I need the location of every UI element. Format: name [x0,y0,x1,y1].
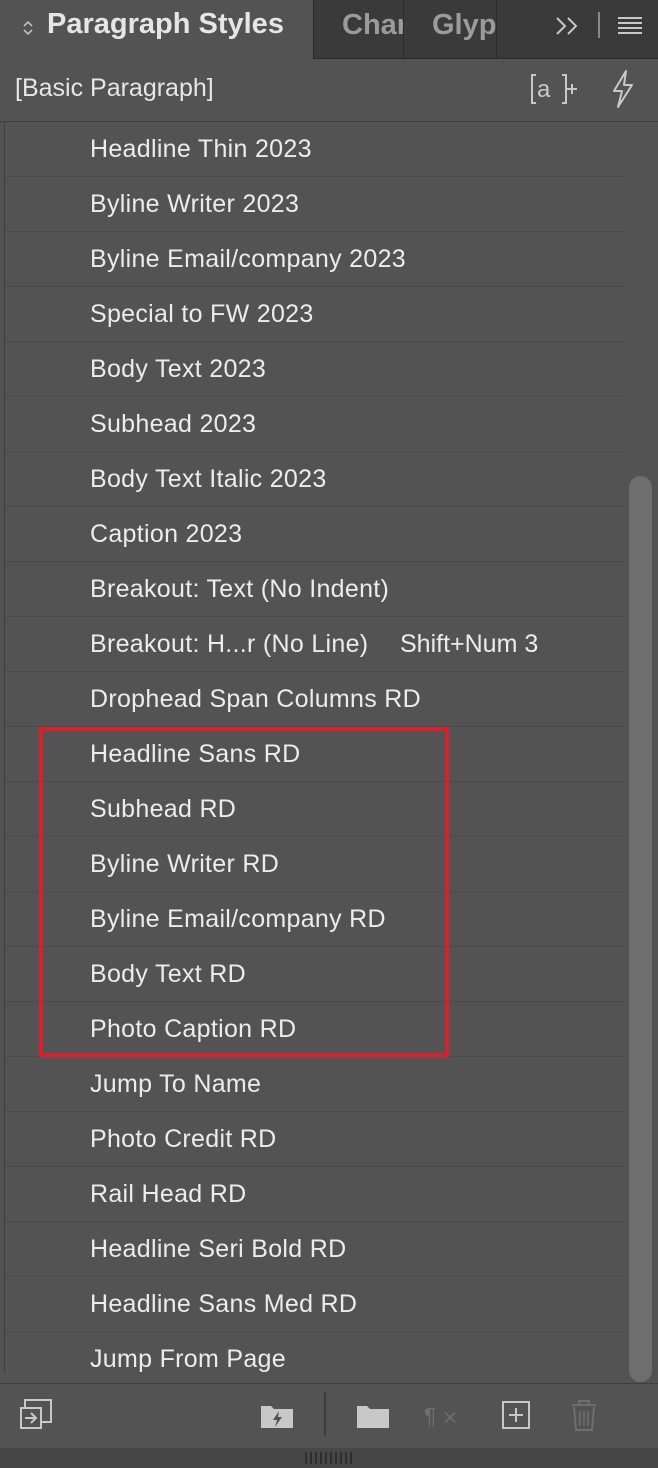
style-name: Body Text 2023 [90,355,267,383]
panel-tab-bar: Paragraph Styles Char Glyp [0,0,658,59]
style-name: Photo Credit RD [90,1125,277,1153]
style-list-item[interactable]: Drophead Span Columns RD [5,673,627,727]
style-name: Body Text RD [90,960,246,988]
hamburger-menu-icon[interactable] [617,14,643,36]
style-name: Jump To Name [90,1070,262,1098]
tab-glyphs[interactable]: Glyp [404,0,497,58]
paragraph-style-list[interactable]: Headline Thin 2023 Byline Writer 2023 Byli… [4,122,627,1372]
style-name: Photo Caption RD [90,1015,297,1043]
style-name: Breakout: Text (No Indent) [90,575,390,603]
tab-divider [598,12,600,38]
paragraph-styles-panel: Paragraph Styles Char Glyp [Basic Paragr… [0,0,658,1468]
style-list-item[interactable]: Body Text Italic 2023 [5,453,627,507]
load-styles-icon[interactable] [19,1398,55,1432]
svg-text:a: a [537,76,551,103]
style-name: Headline Sans RD [90,740,301,768]
tab-character-styles[interactable]: Char [314,0,404,58]
style-name: Subhead RD [90,795,237,823]
style-list-item[interactable]: Breakout: Text (No Indent) [5,563,627,617]
style-name: Breakout: H...r (No Line) [90,630,369,658]
style-list-item[interactable]: Breakout: H...r (No Line) Shift+Num 3 [5,618,627,672]
footer-separator [324,1392,326,1436]
style-list-item[interactable]: Headline Sans RD [5,728,627,782]
style-list-item[interactable]: Photo Caption RD [5,1003,627,1057]
style-name: Byline Writer RD [90,850,280,878]
style-name: Body Text Italic 2023 [90,465,327,493]
style-list-item[interactable]: Jump To Name [5,1058,627,1112]
style-name: Headline Sans Med RD [90,1290,358,1318]
style-list-item[interactable]: Special to FW 2023 [5,288,627,342]
folder-lightning-icon[interactable] [259,1398,295,1432]
tab-paragraph-styles[interactable]: Paragraph Styles [0,0,314,59]
style-list-item[interactable]: Jump From Page [5,1333,627,1372]
style-name: Byline Writer 2023 [90,190,300,218]
style-list-item[interactable]: Byline Writer RD [5,838,627,892]
style-list-item[interactable]: Headline Seri Bold RD [5,1223,627,1277]
clear-overrides-icon[interactable]: ¶ [424,1398,460,1432]
double-chevron-right-icon[interactable] [553,14,583,38]
resize-grip[interactable] [305,1452,353,1464]
current-style-label: [Basic Paragraph] [15,74,214,102]
style-list-item[interactable]: Rail Head RD [5,1168,627,1222]
panel-resize-strip[interactable] [0,1448,658,1468]
style-name: Subhead 2023 [90,410,257,438]
style-name: Headline Thin 2023 [90,135,312,163]
style-shortcut: Shift+Num 3 [400,630,539,658]
new-style-icon[interactable] [499,1398,535,1432]
scrollbar-thumb[interactable] [629,476,652,1382]
style-list-item[interactable]: Headline Sans Med RD [5,1278,627,1332]
collapse-arrows-icon[interactable] [22,18,34,38]
style-list-item[interactable]: Body Text 2023 [5,343,627,397]
quick-apply-icon[interactable]: a [528,71,578,107]
tab-glyphs-label: Glyp [432,9,497,41]
style-name: Headline Seri Bold RD [90,1235,347,1263]
style-list-item[interactable]: Byline Email/company 2023 [5,233,627,287]
svg-text:¶: ¶ [424,1403,436,1429]
style-list-item[interactable]: Subhead 2023 [5,398,627,452]
style-name: Drophead Span Columns RD [90,685,421,713]
delete-icon[interactable] [566,1398,602,1432]
panel-footer: ¶ [0,1383,658,1449]
style-name: Byline Email/company RD [90,905,386,933]
style-name: Special to FW 2023 [90,300,314,328]
style-name: Jump From Page [90,1345,286,1372]
style-name: Caption 2023 [90,520,243,548]
new-group-icon[interactable] [355,1398,391,1432]
style-list-item[interactable]: Caption 2023 [5,508,627,562]
tab-paragraph-styles-label: Paragraph Styles [47,8,284,40]
style-list-item[interactable]: Byline Writer 2023 [5,178,627,232]
lightning-icon[interactable] [606,69,638,109]
style-list-item[interactable]: Headline Thin 2023 [5,123,627,177]
tab-character-styles-label: Char [342,9,404,41]
style-list-item[interactable]: Subhead RD [5,783,627,837]
style-list-item[interactable]: Byline Email/company RD [5,893,627,947]
style-list-item[interactable]: Body Text RD [5,948,627,1002]
style-name: Byline Email/company 2023 [90,245,406,273]
style-name: Rail Head RD [90,1180,247,1208]
style-list-item[interactable]: Photo Credit RD [5,1113,627,1167]
current-style-row: [Basic Paragraph] a [0,59,658,122]
